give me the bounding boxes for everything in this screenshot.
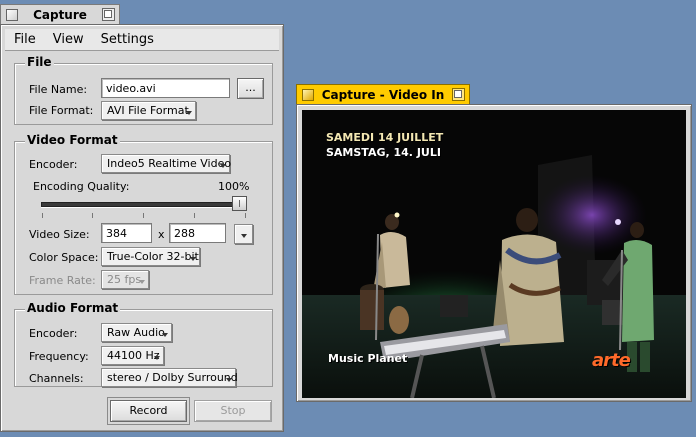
overlay-show-title: Music Planet — [328, 352, 408, 365]
menu-file[interactable]: File — [5, 32, 44, 47]
file-name-label: File Name: — [29, 83, 88, 96]
video-size-label: Video Size: — [29, 228, 90, 241]
slider-tick — [245, 213, 246, 218]
video-preview: SAMEDI 14 JUILLET SAMSTAG, 14. JULI Musi… — [302, 110, 686, 398]
frame-rate-value: 25 fps — [107, 273, 142, 286]
frequency-label: Frequency: — [29, 350, 89, 363]
slider-tick — [143, 213, 144, 218]
color-space-popup[interactable]: True-Color 32-bit — [101, 247, 200, 266]
capture-window: Capture File View Settings File File Nam… — [0, 0, 284, 432]
video-size-presets-popup[interactable] — [234, 224, 253, 244]
size-separator: x — [158, 228, 165, 241]
video-width-input[interactable] — [101, 223, 152, 243]
slider-thumb[interactable] — [232, 196, 247, 211]
chevron-down-icon — [241, 234, 247, 238]
audio-encoder-popup[interactable]: Raw Audio — [101, 323, 172, 342]
slider-tick — [194, 213, 195, 218]
chevron-down-icon — [139, 280, 145, 284]
video-height-input[interactable] — [169, 223, 226, 243]
close-icon[interactable] — [302, 88, 314, 101]
close-icon[interactable] — [6, 8, 18, 21]
video-encoder-label: Encoder: — [29, 158, 78, 171]
overlay-date-german: SAMSTAG, 14. JULI — [326, 146, 441, 159]
frequency-value: 44100 Hz — [107, 349, 160, 362]
slider-tick — [42, 213, 43, 218]
encoding-quality-value: 100% — [218, 180, 250, 193]
encoding-quality-slider[interactable] — [41, 202, 247, 207]
window-title: Capture — [33, 7, 87, 22]
audio-encoder-value: Raw Audio — [107, 326, 165, 339]
arte-logo: arte — [592, 350, 631, 371]
capture-window-body: File View Settings File File Name: ... F… — [0, 24, 284, 432]
audio-encoder-label: Encoder: — [29, 327, 78, 340]
video-format-group-title: Video Format — [25, 133, 120, 147]
slider-tick — [92, 213, 93, 218]
menu-bar: File View Settings — [5, 29, 279, 51]
overlay-date-french: SAMEDI 14 JUILLET — [326, 131, 444, 144]
capture-window-tab[interactable]: Capture — [0, 4, 120, 24]
file-format-label: File Format: — [29, 104, 94, 117]
zoom-icon[interactable] — [102, 8, 115, 21]
record-button[interactable]: Record — [110, 400, 187, 422]
video-encoder-popup[interactable]: Indeo5 Realtime Video — [101, 154, 232, 173]
chevron-down-icon — [162, 333, 168, 337]
file-format-popup[interactable]: AVI File Format — [101, 101, 196, 120]
browse-button[interactable]: ... — [237, 78, 264, 99]
color-space-value: True-Color 32-bit — [107, 250, 199, 263]
channels-popup[interactable]: stereo / Dolby Surround — [101, 368, 238, 387]
encoding-quality-label: Encoding Quality: — [33, 180, 130, 193]
window-title: Capture - Video In — [321, 87, 445, 102]
menu-settings[interactable]: Settings — [92, 32, 162, 47]
frame-rate-popup[interactable]: 25 fps — [101, 270, 149, 289]
file-format-value: AVI File Format — [107, 104, 189, 117]
color-space-label: Color Space: — [29, 251, 99, 264]
channels-value: stereo / Dolby Surround — [107, 371, 238, 384]
file-group-title: File — [25, 55, 54, 69]
video-in-window-tab[interactable]: Capture - Video In — [296, 84, 470, 104]
frame-rate-label: Frame Rate: — [29, 274, 96, 287]
chevron-down-icon — [190, 257, 196, 261]
chevron-down-icon — [220, 164, 226, 168]
chevron-down-icon — [226, 378, 232, 382]
menu-view[interactable]: View — [44, 32, 92, 47]
video-in-window-body: SAMEDI 14 JUILLET SAMSTAG, 14. JULI Musi… — [296, 104, 692, 402]
audio-format-group-title: Audio Format — [25, 301, 121, 315]
frequency-popup[interactable]: 44100 Hz — [101, 346, 164, 365]
stop-button[interactable]: Stop — [194, 400, 272, 422]
video-in-window: Capture - Video In SAMEDI 14 JUILLET SAM… — [296, 82, 692, 402]
chevron-down-icon — [186, 111, 192, 115]
file-name-input[interactable] — [101, 78, 230, 98]
video-encoder-value: Indeo5 Realtime Video — [107, 157, 232, 170]
chevron-down-icon — [154, 356, 160, 360]
channels-label: Channels: — [29, 372, 84, 385]
zoom-icon[interactable] — [452, 88, 465, 101]
